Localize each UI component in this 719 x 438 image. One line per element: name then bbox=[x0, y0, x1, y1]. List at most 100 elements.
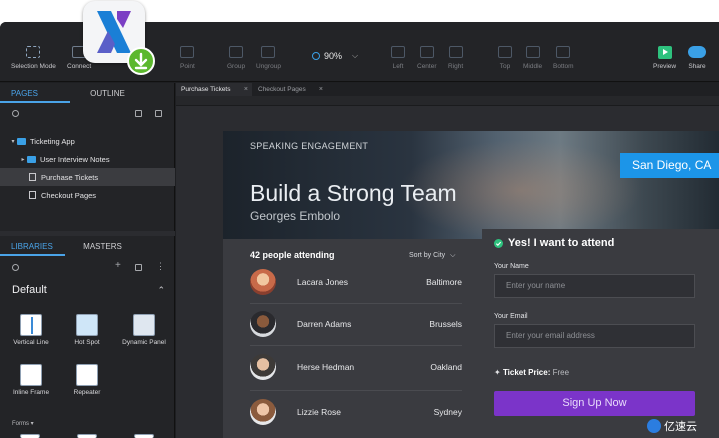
hot-spot-icon bbox=[76, 314, 98, 336]
person-city: Brussels bbox=[429, 319, 462, 329]
align-left-icon bbox=[391, 46, 405, 58]
align-left-label: Left bbox=[392, 63, 404, 70]
tree-folder-ticketing-app[interactable]: ▾ Ticketing App bbox=[0, 132, 175, 150]
tree-page-checkout-pages[interactable]: Checkout Pages bbox=[0, 186, 175, 204]
city-badge: San Diego, CA bbox=[620, 153, 719, 178]
signup-form: Yes! I want to attend Your Name Enter yo… bbox=[482, 229, 719, 438]
widget-inline-frame[interactable]: Inline Frame bbox=[3, 364, 59, 396]
panel-splitter[interactable] bbox=[0, 231, 175, 236]
ticket-icon: ✦ bbox=[494, 368, 501, 377]
add-page-icon[interactable] bbox=[135, 110, 142, 117]
hero-kicker: SPEAKING ENGAGEMENT bbox=[250, 141, 369, 151]
person-city: Baltimore bbox=[426, 277, 462, 287]
tab-outline[interactable]: OUTLINE bbox=[70, 87, 145, 103]
align-left-button[interactable]: Left bbox=[391, 46, 405, 70]
avatar bbox=[250, 269, 276, 295]
selection-mode-button[interactable]: Selection Mode bbox=[11, 46, 56, 70]
zoom-select[interactable]: 90% ⌵ bbox=[312, 51, 358, 61]
align-bottom-label: Bottom bbox=[553, 63, 574, 70]
point-label: Point bbox=[180, 63, 195, 70]
droplist-widget-icon[interactable] bbox=[134, 434, 154, 438]
widget-dynamic-panel[interactable]: Dynamic Panel bbox=[116, 314, 172, 346]
email-field[interactable]: Enter your email address bbox=[494, 324, 695, 348]
axure-window: Selection Mode Connect Point Group Ungro… bbox=[0, 22, 719, 438]
pages-panel-tabs: PAGES OUTLINE bbox=[0, 87, 175, 103]
tree-item-label: User Interview Notes bbox=[40, 154, 110, 164]
row-divider bbox=[250, 303, 462, 304]
sort-dropdown[interactable]: Sort by City ⌵ bbox=[409, 252, 455, 260]
ungroup-button[interactable]: Ungroup bbox=[256, 46, 281, 70]
tab-libraries[interactable]: LIBRARIES bbox=[0, 240, 65, 256]
person-name: Lacara Jones bbox=[297, 277, 349, 287]
watermark: 亿速云 bbox=[647, 418, 697, 434]
play-icon bbox=[657, 46, 672, 59]
list-item[interactable]: Herse Hedman Oakland bbox=[250, 354, 462, 384]
forms-section-label[interactable]: Forms ▾ bbox=[12, 420, 34, 427]
widget-label: Dynamic Panel bbox=[122, 339, 166, 346]
text-field-widget-icon[interactable] bbox=[20, 434, 40, 438]
text-area-widget-icon[interactable] bbox=[77, 434, 97, 438]
tab-checkout-pages[interactable]: Checkout Pages × bbox=[253, 83, 327, 96]
tree-page-purchase-tickets[interactable]: Purchase Tickets bbox=[0, 168, 175, 186]
more-icon[interactable]: ⋮ bbox=[156, 261, 165, 272]
widget-vertical-line[interactable]: Vertical Line bbox=[3, 314, 59, 346]
tab-label: Purchase Tickets bbox=[181, 86, 231, 93]
library-select-value: Default bbox=[12, 284, 47, 296]
price-value: Free bbox=[552, 368, 570, 377]
sign-up-button[interactable]: Sign Up Now bbox=[494, 391, 695, 416]
align-bottom-icon bbox=[556, 46, 571, 58]
tree-folder-user-interview-notes[interactable]: ▸ User Interview Notes bbox=[0, 150, 175, 168]
folder-icon bbox=[27, 155, 36, 163]
search-icon[interactable] bbox=[12, 264, 19, 271]
widget-label: Hot Spot bbox=[74, 339, 100, 346]
ungroup-icon bbox=[261, 46, 276, 58]
libraries-search-row: + ⋮ bbox=[0, 260, 175, 276]
tab-masters[interactable]: MASTERS bbox=[65, 240, 140, 256]
tree-item-label: Checkout Pages bbox=[41, 190, 97, 200]
widget-label: Vertical Line bbox=[13, 339, 49, 346]
align-top-button[interactable]: Top bbox=[498, 46, 512, 70]
align-middle-button[interactable]: Middle bbox=[523, 46, 542, 70]
ungroup-label: Ungroup bbox=[256, 63, 281, 70]
tab-purchase-tickets[interactable]: Purchase Tickets × bbox=[176, 83, 252, 96]
row-divider bbox=[250, 390, 462, 391]
search-icon[interactable] bbox=[12, 110, 19, 117]
pages-search-row bbox=[0, 106, 175, 122]
screen: Selection Mode Connect Point Group Ungro… bbox=[0, 0, 719, 438]
list-item[interactable]: Darren Adams Brussels bbox=[250, 311, 462, 341]
list-item[interactable]: Lacara Jones Baltimore bbox=[250, 269, 462, 299]
tab-label: Checkout Pages bbox=[258, 86, 306, 93]
widget-label: Repeater bbox=[73, 389, 101, 396]
close-icon[interactable]: × bbox=[319, 83, 323, 96]
group-button[interactable]: Group bbox=[227, 46, 245, 70]
library-options-icon[interactable] bbox=[135, 264, 142, 271]
point-button[interactable]: Point bbox=[180, 46, 195, 70]
library-select[interactable]: Default ⌃ bbox=[0, 281, 175, 301]
point-icon bbox=[180, 46, 195, 58]
libraries-panel-tabs: LIBRARIES MASTERS bbox=[0, 240, 175, 256]
add-folder-icon[interactable] bbox=[155, 110, 162, 117]
group-icon bbox=[229, 46, 244, 58]
add-library-icon[interactable]: + bbox=[115, 260, 121, 271]
caret-right-icon[interactable]: ▸ bbox=[19, 156, 27, 163]
align-center-button[interactable]: Center bbox=[417, 46, 437, 70]
widget-repeater[interactable]: Repeater bbox=[59, 364, 115, 396]
chevron-down-icon: ⌵ bbox=[450, 252, 456, 259]
align-bottom-button[interactable]: Bottom bbox=[553, 46, 574, 70]
hero-banner: SPEAKING ENGAGEMENT Build a Strong Team … bbox=[223, 131, 719, 239]
caret-down-icon[interactable]: ▾ bbox=[9, 138, 17, 145]
repeater-icon bbox=[76, 364, 98, 386]
tab-pages[interactable]: PAGES bbox=[0, 87, 70, 103]
horizontal-ruler bbox=[176, 96, 719, 106]
widget-hot-spot[interactable]: Hot Spot bbox=[59, 314, 115, 346]
close-icon[interactable]: × bbox=[244, 83, 248, 96]
name-field[interactable]: Enter your name bbox=[494, 274, 695, 298]
person-name: Herse Hedman bbox=[297, 362, 355, 372]
preview-button[interactable]: Preview bbox=[653, 46, 676, 70]
align-right-button[interactable]: Right bbox=[448, 46, 463, 70]
list-item[interactable]: Lizzie Rose Sydney bbox=[250, 399, 462, 429]
widget-label: Inline Frame bbox=[12, 389, 50, 396]
vertical-line-icon bbox=[20, 314, 42, 336]
share-button[interactable]: Share bbox=[688, 46, 706, 70]
canvas-area: Purchase Tickets × Checkout Pages × SPEA… bbox=[176, 83, 719, 438]
